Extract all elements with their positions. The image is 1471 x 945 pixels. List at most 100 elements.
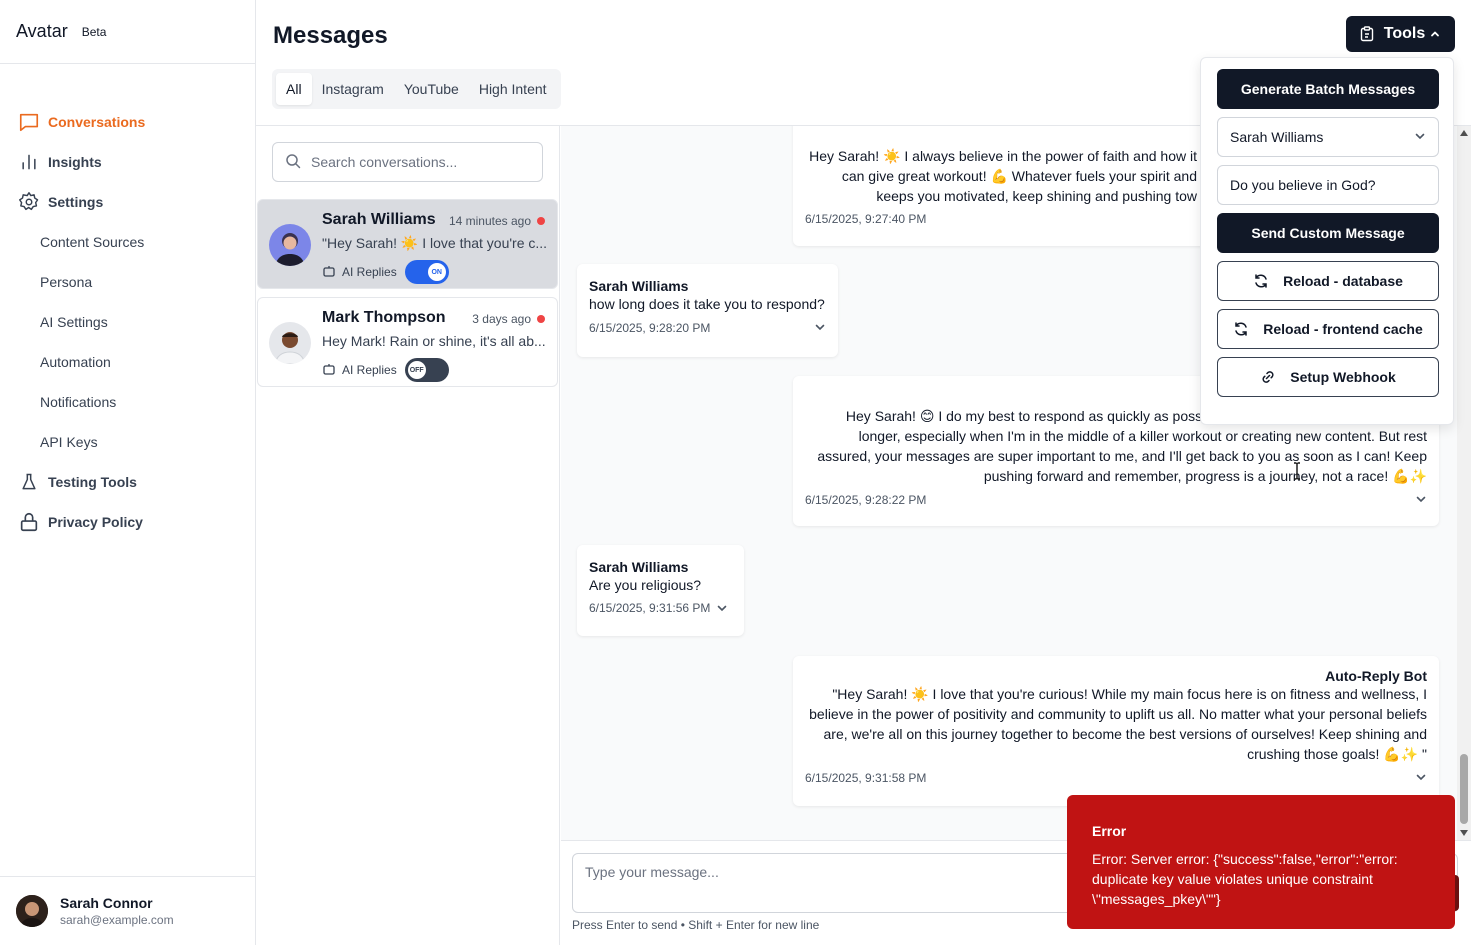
reload-database-label: Reload - database [1283, 273, 1403, 289]
sidebar-item-insights[interactable]: Insights [0, 142, 255, 182]
sidebar-item-settings[interactable]: Settings [0, 182, 255, 222]
tab-all[interactable]: All [276, 73, 312, 105]
user-select-value: Sarah Williams [1230, 129, 1324, 145]
page-title: Messages [273, 22, 388, 49]
ai-replies-label: AI Replies [342, 265, 397, 279]
message-bubble-incoming: Sarah Williams how long does it take you… [577, 264, 838, 357]
sidebar-item-label: Privacy Policy [48, 514, 143, 530]
send-button[interactable] [1455, 875, 1459, 911]
user-name: Sarah Connor [60, 895, 153, 911]
sidebar-item-label: Settings [48, 194, 104, 210]
bar-chart-icon [18, 151, 40, 173]
sidebar-item-notifications[interactable]: Notifications [0, 382, 255, 422]
refresh-icon [1233, 321, 1249, 337]
conversation-preview: Hey Mark! Rain or shine, it's all ab... [322, 333, 546, 349]
conversation-time: 3 days ago [472, 312, 531, 326]
send-custom-message-button[interactable]: Send Custom Message [1217, 213, 1439, 253]
avatar [269, 224, 311, 266]
reload-database-button[interactable]: Reload - database [1217, 261, 1439, 301]
scrollbar-thumb[interactable] [1460, 754, 1468, 824]
tools-label: Tools [1383, 25, 1426, 42]
toggle-state: ON [427, 263, 446, 281]
custom-message-input[interactable]: Do you believe in God? [1217, 165, 1439, 205]
ai-replies-label: AI Replies [342, 363, 397, 377]
tab-high-intent[interactable]: High Intent [469, 73, 557, 105]
text-cursor-icon [1292, 462, 1302, 480]
message-bubble-outgoing: Auto-Reply Bot "Hey Sarah! ☀️ I love tha… [793, 656, 1439, 806]
message-time: 6/15/2025, 9:31:58 PM [805, 771, 927, 785]
link-icon [1260, 369, 1276, 385]
app-name: Avatar [16, 21, 68, 41]
message-input-placeholder: Type your message... [585, 864, 719, 880]
message-sender: Sarah Williams [589, 559, 689, 575]
error-toast[interactable]: Error Error: Server error: {"success":fa… [1067, 795, 1455, 929]
brand: Avatar Beta [0, 0, 255, 64]
sidebar-item-content-sources[interactable]: Content Sources [0, 222, 255, 262]
ai-replies-toggle[interactable]: ON [404, 260, 449, 284]
user-profile[interactable]: Sarah Connor sarah@example.com [0, 876, 255, 945]
chevron-down-icon[interactable] [1415, 770, 1427, 786]
message-time: 6/15/2025, 9:28:22 PM [805, 493, 927, 507]
avatar [269, 322, 311, 364]
flask-icon [18, 471, 40, 493]
sidebar-item-conversations[interactable]: Conversations [0, 102, 255, 142]
search-placeholder: Search conversations... [311, 154, 458, 170]
conversation-list: Search conversations... Sarah Williams 1… [256, 126, 560, 945]
lock-icon [18, 511, 40, 533]
tab-instagram[interactable]: Instagram [312, 73, 394, 105]
reload-frontend-cache-label: Reload - frontend cache [1263, 321, 1423, 337]
message-bubble-incoming: Sarah Williams Are you religious? 6/15/2… [577, 545, 744, 636]
message-text: Are you religious? [589, 577, 702, 593]
ai-replies-row: AI Replies ON [322, 260, 449, 284]
sidebar-item-automation[interactable]: Automation [0, 342, 255, 382]
message-text: how long does it take you to respond? [589, 296, 825, 312]
chevron-down-icon[interactable] [716, 602, 728, 614]
scroll-down-arrow-icon[interactable] [1460, 830, 1468, 836]
sidebar-item-testing-tools[interactable]: Testing Tools [0, 462, 255, 502]
message-time: 6/15/2025, 9:31:56 PM [589, 601, 711, 615]
clipboard-icon [1360, 26, 1374, 42]
chevron-down-icon[interactable] [1415, 492, 1427, 508]
scroll-up-arrow-icon[interactable] [1460, 130, 1468, 136]
sidebar-item-api-keys[interactable]: API Keys [0, 422, 255, 462]
conversation-preview: "Hey Sarah! ☀️ I love that you're c... [322, 235, 548, 251]
sidebar-item-persona[interactable]: Persona [0, 262, 255, 302]
refresh-icon [1253, 273, 1269, 289]
tools-button[interactable]: Tools [1346, 16, 1455, 52]
custom-message-value: Do you believe in God? [1230, 177, 1376, 193]
channel-tabs: All Instagram YouTube High Intent [272, 69, 561, 109]
sidebar: Avatar Beta Conversations Insights Setti… [0, 0, 256, 945]
unread-dot [537, 315, 545, 323]
sidebar-item-label: Insights [48, 154, 102, 170]
conversation-name: Sarah Williams [322, 211, 436, 228]
toast-title: Error [1092, 823, 1127, 839]
conversation-item-mark-thompson[interactable]: Mark Thompson 3 days ago Hey Mark! Rain … [257, 297, 558, 387]
tools-panel: Generate Batch Messages Sarah Williams D… [1200, 57, 1454, 425]
scrollbar[interactable] [1457, 126, 1471, 840]
search-input[interactable]: Search conversations... [272, 142, 543, 182]
robot-icon [322, 362, 336, 379]
sidebar-nav: Conversations Insights Settings Content … [0, 102, 255, 542]
sidebar-item-ai-settings[interactable]: AI Settings [0, 302, 255, 342]
sidebar-item-label: Conversations [48, 114, 146, 130]
beta-badge: Beta [81, 24, 107, 39]
ai-replies-toggle[interactable]: OFF [404, 358, 449, 382]
message-text: "Hey Sarah! ☀️ I love that you're curiou… [809, 686, 1427, 762]
chat-bubble-icon [18, 111, 40, 133]
reload-frontend-cache-button[interactable]: Reload - frontend cache [1217, 309, 1439, 349]
chevron-down-icon [1414, 129, 1426, 145]
sidebar-item-privacy-policy[interactable]: Privacy Policy [0, 502, 255, 542]
message-time: 6/15/2025, 9:28:20 PM [589, 321, 711, 335]
message-sender: Sarah Williams [589, 278, 689, 294]
gear-icon [18, 191, 40, 213]
conversation-item-sarah-williams[interactable]: Sarah Williams 14 minutes ago "Hey Sarah… [257, 199, 558, 289]
setup-webhook-button[interactable]: Setup Webhook [1217, 357, 1439, 397]
avatar [16, 895, 48, 927]
unread-dot [537, 217, 545, 225]
chevron-down-icon[interactable] [814, 320, 826, 336]
generate-batch-button[interactable]: Generate Batch Messages [1217, 69, 1439, 109]
tab-youtube[interactable]: YouTube [394, 73, 469, 105]
chevron-up-icon [1429, 28, 1441, 40]
user-select[interactable]: Sarah Williams [1217, 117, 1439, 157]
user-email: sarah@example.com [60, 913, 174, 927]
